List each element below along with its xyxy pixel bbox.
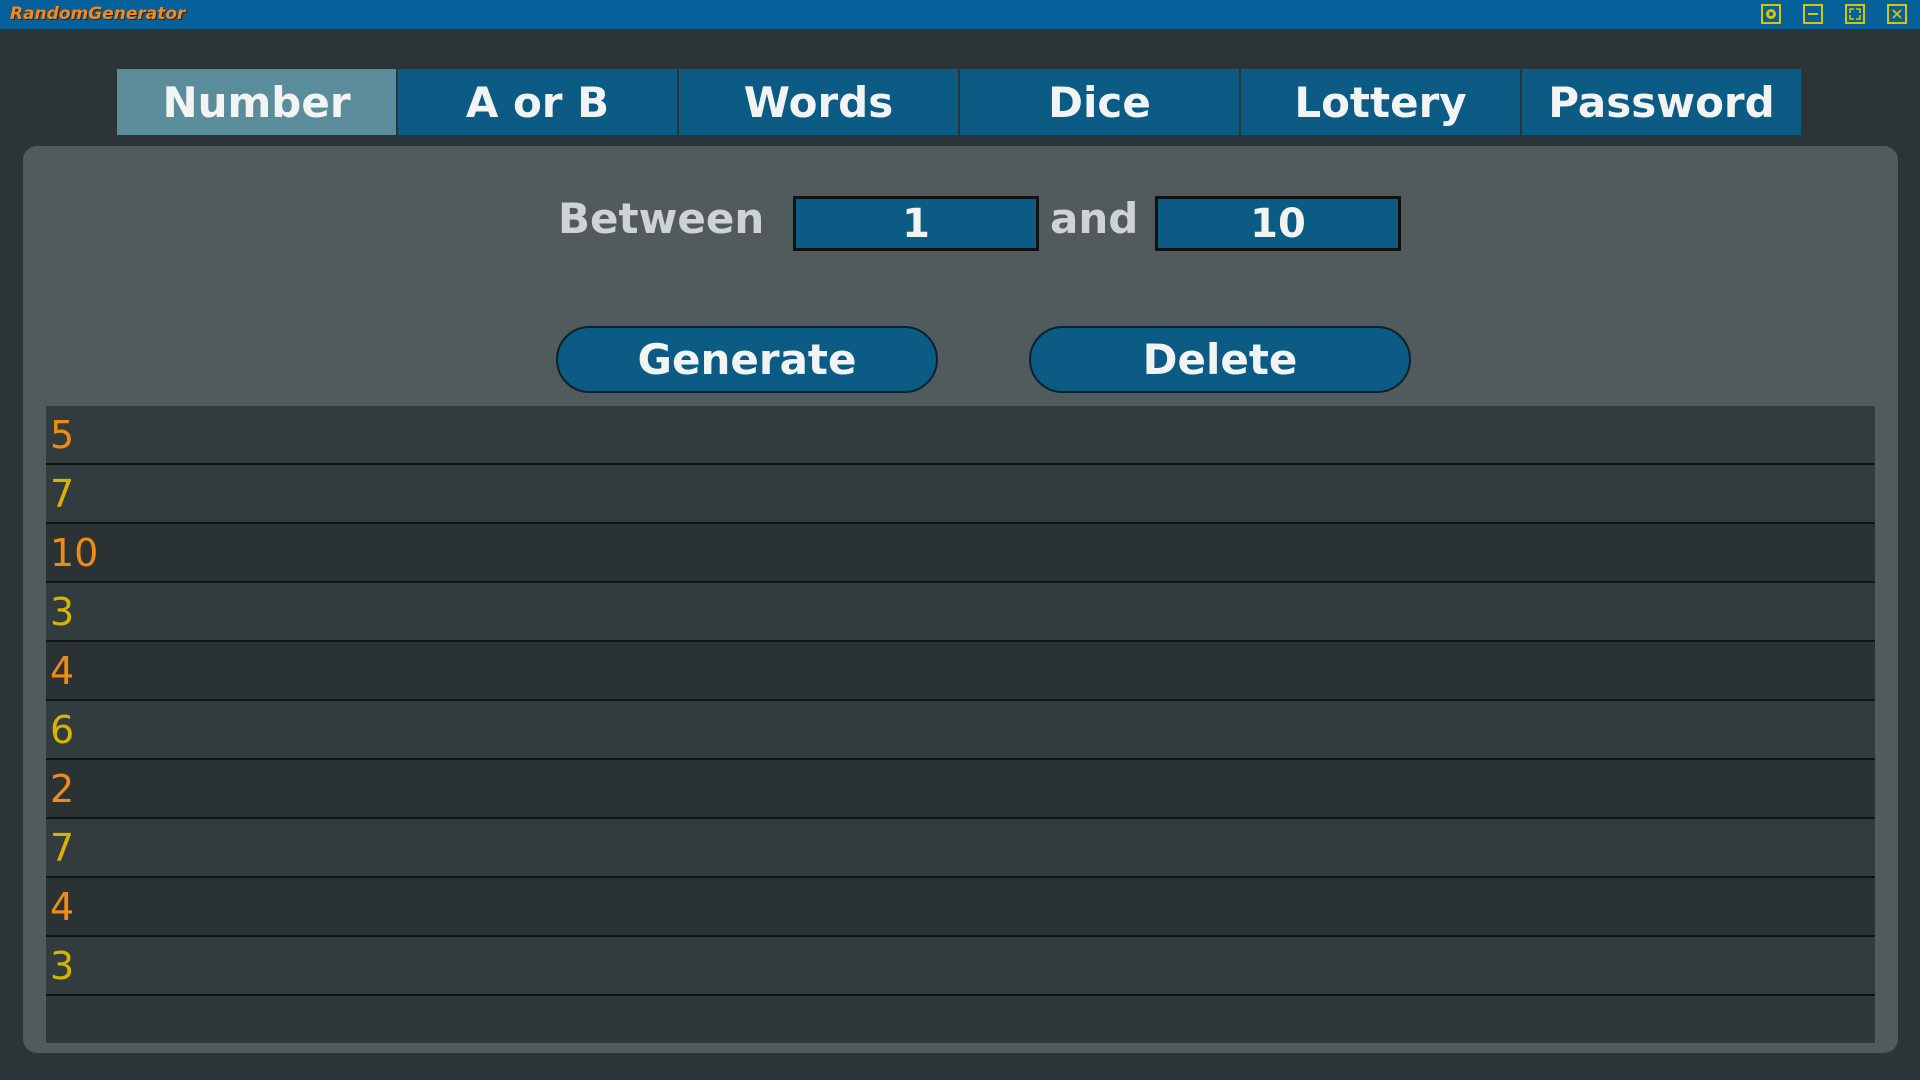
tab-words[interactable]: Words xyxy=(679,69,958,135)
list-item[interactable]: 4 xyxy=(46,878,1875,937)
close-icon[interactable] xyxy=(1887,4,1907,24)
list-item[interactable]: 10 xyxy=(46,524,1875,583)
tab-password[interactable]: Password xyxy=(1522,69,1801,135)
list-item[interactable]: 5 xyxy=(46,406,1875,465)
tab-a-or-b[interactable]: A or B xyxy=(398,69,677,135)
max-value-input[interactable] xyxy=(1155,196,1401,251)
and-label: and xyxy=(1050,194,1139,243)
minimize-icon[interactable] xyxy=(1803,4,1823,24)
result-value: 7 xyxy=(50,825,75,870)
result-value: 4 xyxy=(50,884,75,929)
tab-lottery[interactable]: Lottery xyxy=(1241,69,1520,135)
delete-button[interactable]: Delete xyxy=(1029,326,1411,393)
tab-number[interactable]: Number xyxy=(117,69,396,135)
list-item[interactable]: 7 xyxy=(46,819,1875,878)
result-value: 3 xyxy=(50,589,75,634)
list-item[interactable]: 3 xyxy=(46,937,1875,996)
number-panel: Between and Generate Delete 5 7 10 3 4 6… xyxy=(23,146,1898,1053)
maximize-icon[interactable] xyxy=(1845,4,1865,24)
tab-bar: Number A or B Words Dice Lottery Passwor… xyxy=(117,69,1803,135)
result-value: 10 xyxy=(50,530,99,575)
settings-icon[interactable] xyxy=(1761,4,1781,24)
result-value: 3 xyxy=(50,943,75,988)
title-bar: RandomGenerator xyxy=(0,0,1920,29)
result-value: 6 xyxy=(50,707,75,752)
list-item[interactable]: 3 xyxy=(46,583,1875,642)
results-list[interactable]: 5 7 10 3 4 6 2 7 4 3 xyxy=(46,406,1875,1043)
list-item[interactable]: 4 xyxy=(46,642,1875,701)
result-value: 5 xyxy=(50,412,75,457)
list-item[interactable]: 7 xyxy=(46,465,1875,524)
between-label: Between xyxy=(558,194,765,243)
result-value: 7 xyxy=(50,471,75,516)
list-item[interactable]: 6 xyxy=(46,701,1875,760)
tab-dice[interactable]: Dice xyxy=(960,69,1239,135)
result-value: 4 xyxy=(50,648,75,693)
result-value: 2 xyxy=(50,766,75,811)
min-value-input[interactable] xyxy=(793,196,1039,251)
generate-button[interactable]: Generate xyxy=(556,326,938,393)
app-title: RandomGenerator xyxy=(10,4,186,24)
list-item[interactable]: 2 xyxy=(46,760,1875,819)
